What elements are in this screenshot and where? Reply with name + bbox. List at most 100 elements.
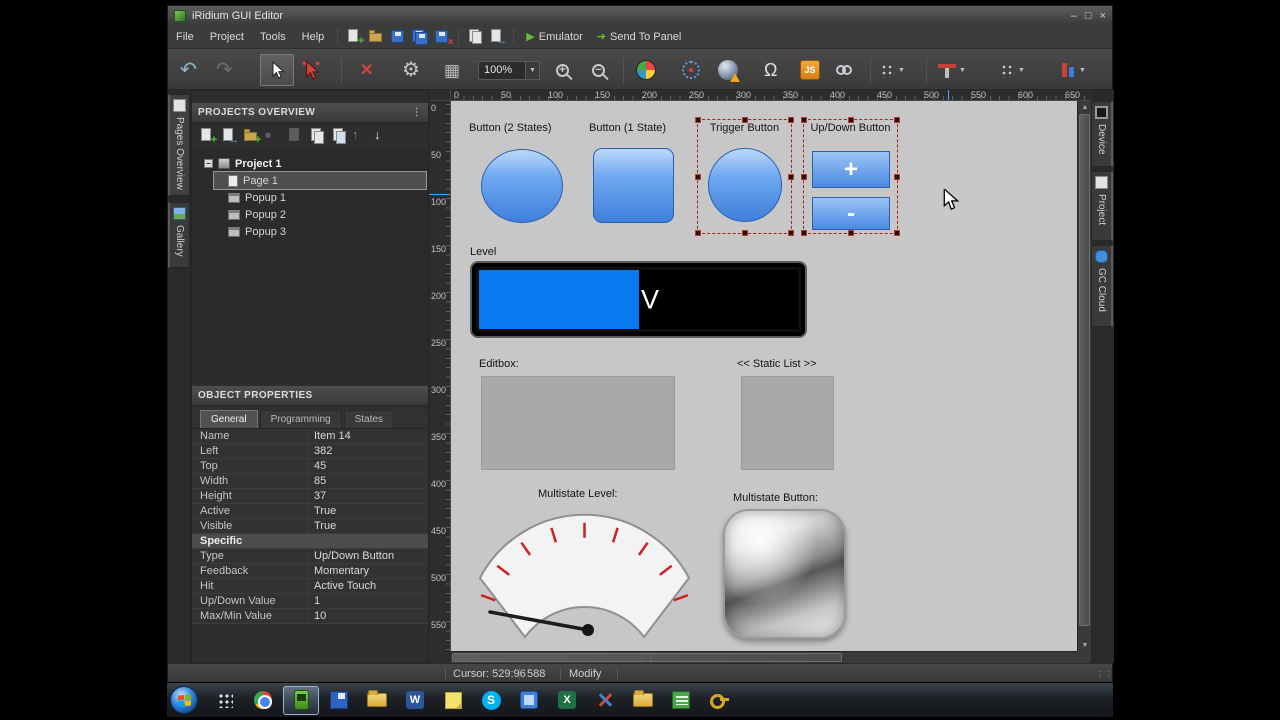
- delete-page-icon[interactable]: [286, 127, 304, 144]
- relations-icon[interactable]: [682, 55, 700, 85]
- close-project-icon[interactable]: ×: [433, 28, 451, 45]
- trigger-button-widget[interactable]: [708, 148, 782, 222]
- trigger-button-selection[interactable]: Trigger Button: [697, 119, 792, 234]
- tab-states[interactable]: States: [344, 410, 394, 428]
- select-tool[interactable]: [260, 55, 294, 85]
- new-project-icon[interactable]: +: [345, 28, 363, 45]
- selection-handle[interactable]: [894, 230, 900, 236]
- scroll-up-icon[interactable]: ▲: [1078, 101, 1092, 113]
- static-list-widget[interactable]: [741, 376, 834, 470]
- tree-node-popup[interactable]: Popup 3: [214, 223, 428, 240]
- selection-handle[interactable]: [848, 117, 854, 123]
- selection-handle[interactable]: [742, 117, 748, 123]
- tree-node-popup[interactable]: Popup 2: [214, 206, 428, 223]
- scripts-warning-icon[interactable]: [718, 55, 738, 85]
- move-down-icon[interactable]: ↓: [374, 127, 392, 144]
- tab-pages-overview[interactable]: Pages Overview: [168, 94, 190, 196]
- iridium-taskbar-icon[interactable]: [283, 686, 319, 715]
- notes-icon[interactable]: [663, 686, 699, 715]
- editbox-widget[interactable]: [481, 376, 675, 470]
- selection-handle[interactable]: [695, 117, 701, 123]
- selection-handle[interactable]: [788, 174, 794, 180]
- zoom-in-icon[interactable]: +: [556, 55, 569, 85]
- menu-help[interactable]: Help: [294, 27, 333, 47]
- save-project-icon[interactable]: [389, 28, 407, 45]
- level-widget[interactable]: V: [470, 261, 807, 338]
- blue-app-icon[interactable]: [511, 686, 547, 715]
- new-folder-icon[interactable]: +: [242, 127, 260, 144]
- folder2-icon[interactable]: [625, 686, 661, 715]
- record-icon[interactable]: ●: [264, 127, 282, 144]
- selection-handle[interactable]: [801, 117, 807, 123]
- scroll-down-icon[interactable]: ▼: [1078, 639, 1092, 651]
- menu-file[interactable]: File: [168, 27, 202, 47]
- macros-omega-icon[interactable]: Ω: [764, 55, 777, 85]
- button-2states-widget[interactable]: [481, 149, 563, 223]
- tab-programming[interactable]: Programming: [260, 410, 342, 428]
- undo-icon[interactable]: ↶: [180, 55, 197, 85]
- distribute-icon[interactable]: ▼: [1060, 55, 1086, 85]
- minimize-icon[interactable]: –: [1071, 10, 1077, 22]
- duplicate-page-icon[interactable]: →: [220, 127, 238, 144]
- selection-handle[interactable]: [695, 230, 701, 236]
- vertical-scrollbar[interactable]: ▲ ▼: [1077, 101, 1091, 651]
- menu-project[interactable]: Project: [202, 27, 252, 47]
- multistate-button-widget[interactable]: [723, 509, 846, 639]
- selection-handle[interactable]: [848, 230, 854, 236]
- tree-node-popup[interactable]: Popup 1: [214, 189, 428, 206]
- grid-toggle-icon[interactable]: ▦: [444, 55, 460, 85]
- design-canvas[interactable]: Button (2 States) Button (1 State) Trigg…: [451, 101, 1077, 651]
- browser-icon[interactable]: [245, 686, 281, 715]
- zoom-select[interactable]: 100% ▼: [478, 55, 540, 85]
- selection-handle[interactable]: [894, 174, 900, 180]
- delete-relations-icon[interactable]: ✕: [360, 55, 373, 85]
- gallery-wheel-icon[interactable]: [636, 55, 656, 85]
- export-page-icon[interactable]: [330, 127, 348, 144]
- collapse-icon[interactable]: −: [204, 159, 213, 168]
- settings-gears-icon[interactable]: ⚙: [402, 55, 420, 85]
- import-page-icon[interactable]: [308, 127, 326, 144]
- horizontal-scroll-thumb[interactable]: ⋮⋮: [452, 653, 842, 662]
- snap-grid-icon[interactable]: ▼: [880, 55, 905, 85]
- updown-minus-widget[interactable]: -: [812, 197, 890, 230]
- export-project-icon[interactable]: →: [488, 28, 506, 45]
- save-all-icon[interactable]: [411, 28, 429, 45]
- js-editor-icon[interactable]: JS: [800, 55, 820, 85]
- skype-icon[interactable]: S: [473, 686, 509, 715]
- app-grid-icon[interactable]: [207, 686, 243, 715]
- selection-handle[interactable]: [788, 230, 794, 236]
- vertical-scroll-thumb[interactable]: [1079, 114, 1090, 626]
- tree-node-project[interactable]: − Project 1: [192, 155, 428, 172]
- link-icon[interactable]: [836, 55, 852, 85]
- selection-handle[interactable]: [801, 174, 807, 180]
- tab-device[interactable]: Device: [1091, 101, 1113, 167]
- open-project-icon[interactable]: [367, 28, 385, 45]
- guides-icon[interactable]: ▼: [938, 55, 966, 85]
- folder-icon[interactable]: [359, 686, 395, 715]
- sticky-note-icon[interactable]: [435, 686, 471, 715]
- updown-plus-widget[interactable]: +: [812, 151, 890, 188]
- word-icon[interactable]: W: [397, 686, 433, 715]
- import-project-icon[interactable]: [466, 28, 484, 45]
- send-to-panel-button[interactable]: ➔ Send To Panel: [590, 27, 689, 46]
- button-1state-widget[interactable]: [593, 148, 674, 223]
- selection-handle[interactable]: [894, 117, 900, 123]
- horizontal-scrollbar[interactable]: ⋮⋮: [451, 651, 1077, 663]
- emulator-button[interactable]: ▶ Emulator: [519, 27, 590, 46]
- close-icon[interactable]: ×: [1100, 10, 1106, 22]
- edit-points-tool[interactable]: [301, 55, 321, 85]
- zoom-out-icon[interactable]: −: [592, 55, 605, 85]
- multistate-level-gauge[interactable]: [478, 508, 691, 641]
- menu-tools[interactable]: Tools: [252, 27, 294, 47]
- tab-gallery[interactable]: Gallery: [168, 202, 190, 268]
- maximize-icon[interactable]: □: [1085, 10, 1092, 22]
- panel-menu-icon[interactable]: ⋮: [412, 107, 422, 118]
- move-up-icon[interactable]: ↑: [352, 127, 370, 144]
- tools-icon[interactable]: [587, 686, 623, 715]
- selection-handle[interactable]: [695, 174, 701, 180]
- redo-icon[interactable]: ↷: [216, 55, 233, 85]
- selection-handle[interactable]: [801, 230, 807, 236]
- zoom-dropdown-icon[interactable]: ▼: [525, 62, 539, 79]
- tab-project-store[interactable]: Project: [1091, 171, 1113, 241]
- key-icon[interactable]: [701, 686, 737, 715]
